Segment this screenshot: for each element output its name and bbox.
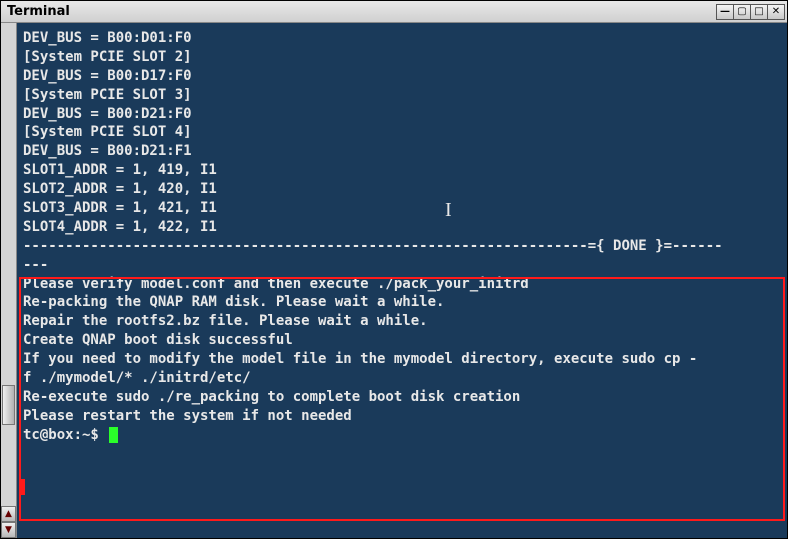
terminal-line: SLOT2_ADDR = 1, 420, I1 xyxy=(23,180,783,199)
terminal-line: Please verify model.conf and then execut… xyxy=(23,275,783,294)
terminal-line: [System PCIE SLOT 4] xyxy=(23,123,783,142)
window-body: ▲ ▼ DEV_BUS = B00:D01:F0[System PCIE SLO… xyxy=(1,23,787,538)
scroll-down-button[interactable]: ▼ xyxy=(1,522,16,538)
block-cursor-icon xyxy=(109,427,118,443)
scroll-track[interactable] xyxy=(1,23,16,506)
terminal-line: DEV_BUS = B00:D21:F1 xyxy=(23,142,783,161)
restore-button[interactable]: ▢ xyxy=(733,4,751,20)
terminal-line: Please restart the system if not needed xyxy=(23,407,783,426)
prompt-line: tc@box:~$ xyxy=(23,426,783,445)
terminal-line: [System PCIE SLOT 3] xyxy=(23,86,783,105)
vertical-scrollbar[interactable]: ▲ ▼ xyxy=(1,23,17,538)
window-buttons: — ▢ □ ✕ xyxy=(717,4,785,20)
terminal-line: ----------------------------------------… xyxy=(23,237,783,256)
terminal-window: Terminal — ▢ □ ✕ ▲ ▼ DEV_BUS = B00:D01:F… xyxy=(0,0,788,539)
terminal-line: f ./mymodel/* ./initrd/etc/ xyxy=(23,369,783,388)
terminal-line: SLOT1_ADDR = 1, 419, I1 xyxy=(23,161,783,180)
terminal-line: --- xyxy=(23,256,783,275)
terminal-line: Re-packing the QNAP RAM disk. Please wai… xyxy=(23,293,783,312)
terminal-line: SLOT4_ADDR = 1, 422, I1 xyxy=(23,218,783,237)
terminal-line: If you need to modify the model file in … xyxy=(23,350,783,369)
terminal-viewport[interactable]: DEV_BUS = B00:D01:F0[System PCIE SLOT 2]… xyxy=(17,23,787,538)
titlebar[interactable]: Terminal — ▢ □ ✕ xyxy=(1,1,787,23)
terminal-line: DEV_BUS = B00:D01:F0 xyxy=(23,29,783,48)
close-button[interactable]: ✕ xyxy=(767,4,785,20)
shell-prompt: tc@box:~$ xyxy=(23,426,107,445)
window-title: Terminal xyxy=(7,4,717,19)
triangle-up-icon: ▲ xyxy=(5,509,12,519)
terminal-output: DEV_BUS = B00:D01:F0[System PCIE SLOT 2]… xyxy=(23,29,783,426)
scroll-up-button[interactable]: ▲ xyxy=(1,506,16,522)
terminal-line: DEV_BUS = B00:D21:F0 xyxy=(23,105,783,124)
highlight-tab xyxy=(19,479,25,495)
terminal-line: [System PCIE SLOT 2] xyxy=(23,48,783,67)
terminal-line: SLOT3_ADDR = 1, 421, I1 xyxy=(23,199,783,218)
minimize-button[interactable]: — xyxy=(716,4,734,20)
terminal-line: Repair the rootfs2.bz file. Please wait … xyxy=(23,312,783,331)
maximize-button[interactable]: □ xyxy=(750,4,768,20)
terminal-line: DEV_BUS = B00:D17:F0 xyxy=(23,67,783,86)
terminal-line: Re-execute sudo ./re_packing to complete… xyxy=(23,388,783,407)
scroll-thumb[interactable] xyxy=(2,385,15,425)
triangle-down-icon: ▼ xyxy=(5,525,12,535)
terminal-line: Create QNAP boot disk successful xyxy=(23,331,783,350)
